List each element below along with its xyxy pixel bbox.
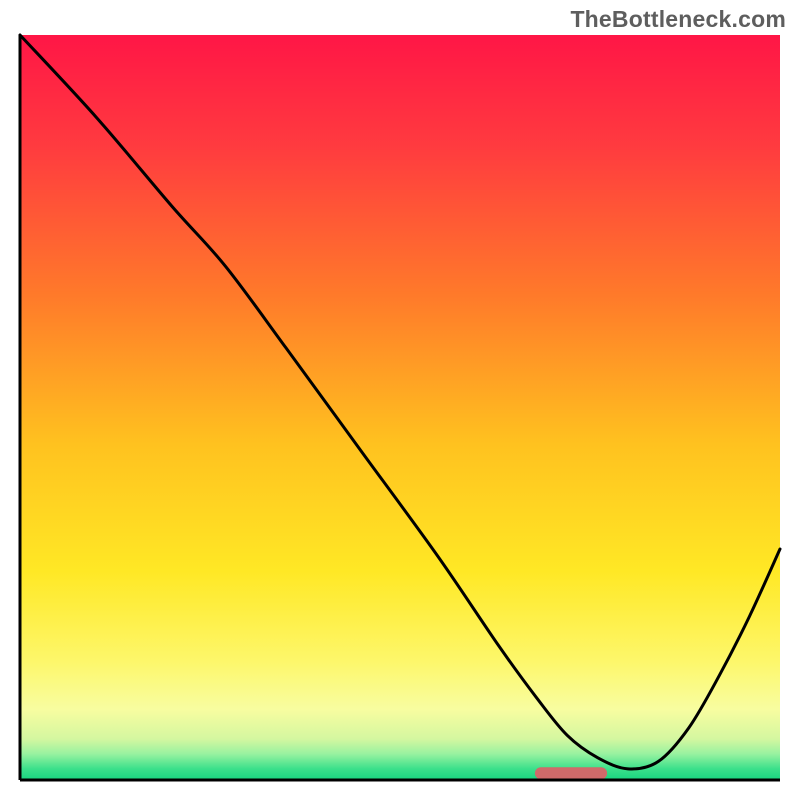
bottleneck-chart	[0, 0, 800, 800]
chart-container: TheBottleneck.com	[0, 0, 800, 800]
optimal-marker	[535, 767, 607, 779]
watermark-label: TheBottleneck.com	[570, 6, 786, 33]
gradient-background	[20, 35, 780, 780]
